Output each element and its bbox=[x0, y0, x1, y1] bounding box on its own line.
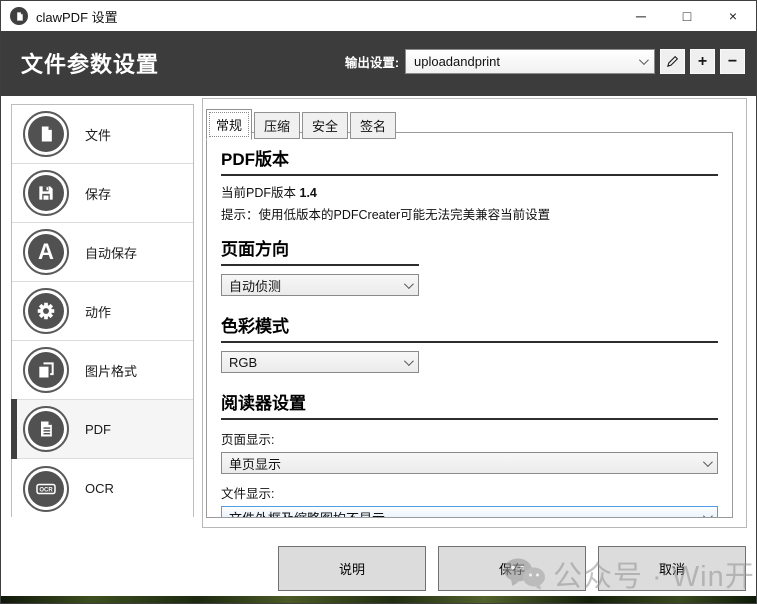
page-orientation-select[interactable]: 自动侦测 bbox=[221, 274, 419, 296]
add-profile-button[interactable]: + bbox=[690, 49, 715, 74]
window-title: clawPDF 设置 bbox=[36, 7, 118, 26]
tab-page-general: PDF版本 当前PDF版本 1.4 提示：使用低版本的PDFCreater可能无… bbox=[206, 132, 733, 518]
save-button[interactable]: 保存 bbox=[438, 546, 586, 591]
sidebar-item-image-format[interactable]: 图片格式 bbox=[12, 341, 193, 400]
pdf-document-icon bbox=[28, 411, 64, 447]
chevron-down-icon bbox=[404, 279, 414, 289]
tab-compression[interactable]: 压缩 bbox=[254, 112, 300, 139]
sidebar-item-pdf[interactable]: PDF bbox=[12, 400, 193, 459]
output-profile-value: uploadandprint bbox=[414, 54, 500, 69]
image-format-icon bbox=[28, 352, 64, 388]
sidebar-item-ocr[interactable]: OCR OCR bbox=[12, 459, 193, 518]
pdf-version-value: 1.4 bbox=[300, 186, 317, 200]
cancel-button[interactable]: 取消 bbox=[598, 546, 746, 591]
sidebar-item-label: 图片格式 bbox=[85, 361, 137, 380]
page-display-label: 页面显示: bbox=[221, 429, 718, 448]
tab-security[interactable]: 安全 bbox=[302, 112, 348, 139]
tab-signature[interactable]: 签名 bbox=[350, 112, 396, 139]
color-mode-heading: 色彩模式 bbox=[221, 312, 718, 343]
sidebar-item-label: OCR bbox=[85, 481, 114, 496]
sidebar-item-document[interactable]: 文件 bbox=[12, 105, 193, 164]
file-display-label: 文件显示: bbox=[221, 483, 718, 502]
remove-profile-button[interactable]: − bbox=[720, 49, 745, 74]
chevron-down-icon bbox=[404, 356, 414, 366]
page-display-value: 单页显示 bbox=[229, 454, 281, 473]
maximize-button[interactable]: □ bbox=[664, 1, 710, 31]
minimize-button[interactable]: ─ bbox=[618, 1, 664, 31]
page-display-select[interactable]: 单页显示 bbox=[221, 452, 718, 474]
svg-text:OCR: OCR bbox=[39, 487, 53, 493]
app-logo-icon bbox=[10, 7, 28, 25]
pencil-icon bbox=[665, 54, 680, 69]
page-orientation-heading: 页面方向 bbox=[221, 235, 419, 266]
ocr-icon: OCR bbox=[28, 471, 64, 507]
selection-bar bbox=[11, 399, 17, 459]
save-icon bbox=[28, 175, 64, 211]
pdf-version-heading: PDF版本 bbox=[221, 145, 718, 176]
settings-panel: 常规 压缩 安全 签名 PDF版本 当前PDF版本 1.4 提示：使用低版本的P… bbox=[202, 98, 747, 528]
window-controls: ─ □ × bbox=[618, 1, 756, 31]
current-pdf-version-line: 当前PDF版本 1.4 bbox=[221, 182, 718, 201]
titlebar: clawPDF 设置 ─ □ × bbox=[1, 1, 756, 31]
color-mode-value: RGB bbox=[229, 355, 257, 370]
header: 文件参数设置 输出设置: uploadandprint + − bbox=[1, 31, 756, 96]
file-display-value: 文件外框及缩略图均不显示 bbox=[229, 508, 385, 519]
file-icon bbox=[28, 116, 64, 152]
page-title: 文件参数设置 bbox=[21, 47, 159, 79]
chevron-down-icon bbox=[703, 457, 713, 467]
clawpdf-settings-window: clawPDF 设置 ─ □ × 文件参数设置 输出设置: uploadandp… bbox=[0, 0, 757, 604]
page-orientation-value: 自动侦测 bbox=[229, 276, 281, 295]
sidebar-item-actions[interactable]: 动作 bbox=[12, 282, 193, 341]
sidebar: 文件 保存 A 自动保存 动作 图片格式 bbox=[11, 104, 194, 517]
chevron-down-icon bbox=[703, 511, 713, 518]
tab-general[interactable]: 常规 bbox=[206, 109, 252, 140]
sidebar-item-label: 保存 bbox=[85, 184, 111, 203]
actions-gear-icon bbox=[28, 293, 64, 329]
viewer-settings-heading: 阅读器设置 bbox=[221, 389, 718, 420]
help-button[interactable]: 说明 bbox=[278, 546, 426, 591]
output-settings-group: 输出设置: uploadandprint + − bbox=[345, 49, 745, 74]
desktop-background-strip bbox=[1, 596, 756, 603]
sidebar-item-label: PDF bbox=[85, 422, 111, 437]
chevron-down-icon bbox=[639, 55, 649, 65]
sidebar-item-autosave[interactable]: A 自动保存 bbox=[12, 223, 193, 282]
pdf-version-hint: 提示：使用低版本的PDFCreater可能无法完美兼容当前设置 bbox=[221, 204, 718, 223]
color-mode-select[interactable]: RGB bbox=[221, 351, 419, 373]
sidebar-item-label: 动作 bbox=[85, 302, 111, 321]
output-profile-select[interactable]: uploadandprint bbox=[405, 49, 655, 74]
autosave-icon: A bbox=[28, 234, 64, 270]
edit-profile-button[interactable] bbox=[660, 49, 685, 74]
output-settings-label: 输出设置: bbox=[345, 52, 399, 71]
sidebar-item-label: 文件 bbox=[85, 125, 111, 144]
close-button[interactable]: × bbox=[710, 1, 756, 31]
file-display-select[interactable]: 文件外框及缩略图均不显示 bbox=[221, 506, 718, 518]
sidebar-item-save[interactable]: 保存 bbox=[12, 164, 193, 223]
tab-bar: 常规 压缩 安全 签名 bbox=[206, 108, 398, 139]
sidebar-item-label: 自动保存 bbox=[85, 243, 137, 262]
